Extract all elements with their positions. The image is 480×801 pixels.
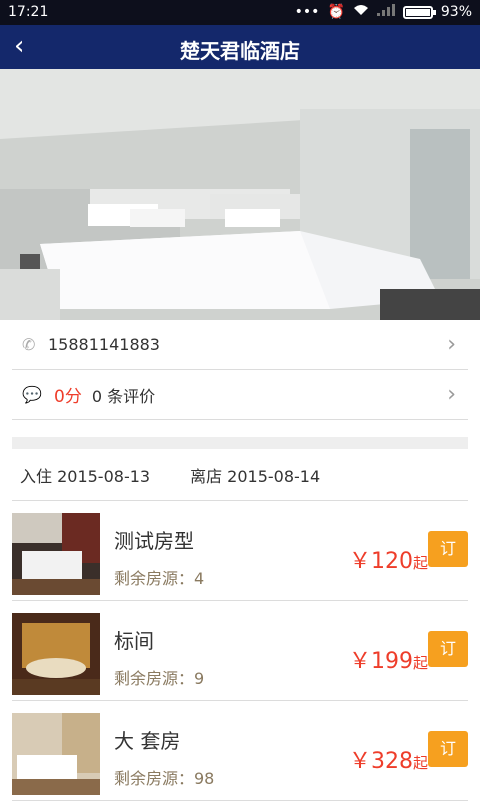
battery-icon <box>402 5 436 19</box>
signal-icon <box>376 4 395 20</box>
book-button[interactable]: 订 <box>428 731 468 767</box>
stay-dates[interactable]: 入住 2015-08-13 离店 2015-08-14 <box>12 449 468 501</box>
room-name: 测试房型 <box>114 529 194 553</box>
comment-icon: 💬 <box>22 385 42 404</box>
room-price: ￥199起 <box>349 643 428 675</box>
phone-icon: ✆ <box>22 335 36 354</box>
room-item[interactable]: 测试房型 剩余房源：4 ￥120起 订 <box>12 501 468 601</box>
battery-percent: 93% <box>440 4 472 20</box>
alarm-icon: ⏰ <box>327 4 345 20</box>
checkout-date: 离店 2015-08-14 <box>190 466 321 486</box>
section-divider <box>12 437 468 449</box>
room-price: ￥120起 <box>349 543 428 575</box>
phone-number: 15881141883 <box>48 335 160 354</box>
price-value: ￥199 <box>348 649 413 674</box>
contact-section: ✆ 15881141883 › 💬 0分 0 条评价 › <box>12 320 468 420</box>
room-item[interactable]: 大 套房 剩余房源：98 ￥328起 订 <box>12 701 468 801</box>
room-availability: 剩余房源：98 <box>114 769 215 788</box>
wifi-icon <box>353 4 369 20</box>
chevron-right-icon: › <box>447 382 456 407</box>
room-availability: 剩余房源：4 <box>114 569 205 588</box>
room-name: 大 套房 <box>114 729 181 753</box>
price-suffix: 起 <box>412 654 428 672</box>
room-name: 标间 <box>114 629 154 653</box>
price-value: ￥120 <box>348 549 413 574</box>
nav-bar: ‹ 楚天君临酒店 <box>0 25 480 69</box>
room-item[interactable]: 标间 剩余房源：9 ￥199起 订 <box>12 601 468 701</box>
price-value: ￥328 <box>348 749 413 774</box>
status-time: 17:21 <box>8 4 49 20</box>
room-photo <box>12 513 100 595</box>
room-photo <box>12 713 100 795</box>
status-bar: 17:21 ••• ⏰ 93% <box>0 0 480 25</box>
more-icon: ••• <box>294 4 320 20</box>
status-icons: ••• ⏰ 93% <box>295 4 472 20</box>
book-button[interactable]: 订 <box>428 531 468 567</box>
phone-row[interactable]: ✆ 15881141883 › <box>12 320 468 370</box>
price-suffix: 起 <box>412 554 428 572</box>
hotel-photo <box>0 69 480 320</box>
review-count: 0 条评价 <box>91 386 156 406</box>
reviews-row[interactable]: 💬 0分 0 条评价 › <box>12 370 468 420</box>
page-title: 楚天君临酒店 <box>180 39 300 63</box>
chevron-right-icon: › <box>447 332 456 357</box>
room-photo <box>12 613 100 695</box>
checkin-date: 入住 2015-08-13 <box>20 466 151 486</box>
price-suffix: 起 <box>412 754 428 772</box>
book-button[interactable]: 订 <box>428 631 468 667</box>
review-score: 0分 <box>54 387 82 407</box>
room-price: ￥328起 <box>349 743 428 775</box>
room-availability: 剩余房源：9 <box>114 669 205 688</box>
